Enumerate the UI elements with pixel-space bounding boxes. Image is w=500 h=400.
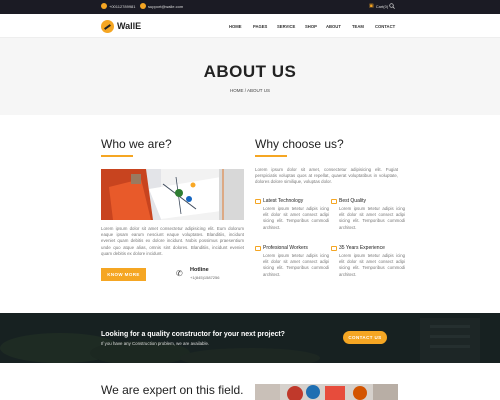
why-underline [255,155,287,157]
feature-text: Lorem ipsum tetetur adipis icing elit do… [263,253,329,277]
hotline-number[interactable]: +1(845)1587256 [190,275,219,280]
nav-pages[interactable]: PAGES [253,24,267,29]
site-header: WallE HOME PAGES SERVICE SHOP ABOUT TEAM… [0,14,500,38]
cta-title: Looking for a quality constructor for yo… [101,331,285,338]
nav-team[interactable]: TEAM [352,24,364,29]
expert-photo [255,384,398,400]
cart-icon: ▣ [369,3,374,9]
feature-title: 35 Years Experience [339,245,385,251]
search-icon[interactable] [389,3,395,11]
feature-text: Lorem ipsum tetetur adipis icing elit do… [263,206,329,230]
page-title: ABOUT US [203,62,297,81]
email-address: support@walle.com [148,3,184,9]
phone-number: +00112789981 [109,3,136,9]
who-underline [101,155,133,157]
workers-photo [101,169,244,220]
cart-label: Cart(0) [375,3,389,9]
feature-text: Lorem ipsum tetetur adipis icing elit do… [339,253,405,277]
nav-home[interactable]: HOME [229,24,242,29]
nav-service[interactable]: SERVICE [277,24,295,29]
nav-contact[interactable]: CONTACT [375,24,395,29]
logo-icon [101,19,114,33]
experience-icon [331,246,337,251]
nav-about[interactable]: ABOUT [326,24,341,29]
phone-icon [101,3,107,9]
cart-link[interactable]: ▣ Cart(0) [369,3,388,9]
cta-subtitle: If you have any Construction problem, we… [101,341,210,346]
mail-icon [140,3,146,9]
feature-title: Latest Technology [263,198,304,204]
quality-icon [331,199,337,204]
logo-text: WallE [117,21,142,31]
page-title-band: ABOUT US HOME / ABOUT US [0,38,500,115]
feature-title: Best Quality [339,198,366,204]
nav-shop[interactable]: SHOP [305,24,317,29]
feature-title: Profesional Workers [263,245,308,251]
who-heading: Who we are? [101,137,172,151]
workers-icon [255,246,261,251]
feature-text: Lorem ipsum tetetur adipis icing elit do… [339,206,405,230]
expert-heading: We are expert on this field. [101,383,244,397]
why-text: Lorem ipsum dolor sit amet, consectetur … [255,167,398,185]
know-more-button[interactable]: KNOW MORE [101,268,146,281]
contact-us-button[interactable]: CONTACT US [343,331,387,344]
email-contact[interactable]: support@walle.com [140,3,183,9]
cta-band [0,313,500,363]
who-text: Lorem ipsum dolor sit amet consectetur a… [101,226,244,256]
phone-contact[interactable]: +00112789981 [101,3,136,9]
top-bar: +00112789981 support@walle.com ▣ Cart(0) [0,0,500,14]
logo[interactable]: WallE [101,19,141,33]
breadcrumb[interactable]: HOME / ABOUT US [0,88,500,93]
why-heading: Why choose us? [255,137,344,151]
hotline-label: Hotline [190,267,209,273]
phone-icon: ✆ [176,269,183,278]
technology-icon [255,199,261,204]
